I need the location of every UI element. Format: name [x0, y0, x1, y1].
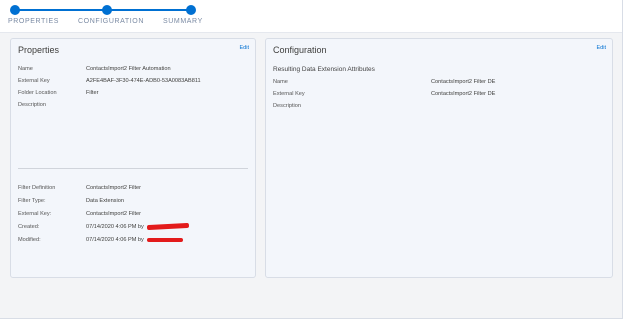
property-label: Folder Location	[18, 90, 57, 96]
filter-value: ContactsImport2 Filter	[86, 211, 142, 217]
property-value: A2FE4BAF-3F30-474E-ADB0-53A0083AB811	[86, 78, 201, 84]
config-value: ContactsImport2 Filter DE	[431, 79, 496, 85]
filter-label: Created:	[18, 224, 40, 230]
filter-label: External Key:	[18, 211, 52, 217]
step-dot-summary[interactable]	[186, 5, 196, 15]
property-value: Filter	[86, 90, 99, 96]
property-label: Description	[18, 102, 46, 108]
property-value: ContactsImport2 Filter Automation	[86, 66, 171, 72]
property-label: External Key	[18, 78, 50, 84]
progress-stepper: PROPERTIES CONFIGURATION SUMMARY	[0, 0, 622, 33]
properties-edit-link[interactable]: Edit	[240, 45, 249, 51]
configuration-title: Configuration	[273, 45, 327, 55]
step-label-configuration[interactable]: CONFIGURATION	[78, 18, 144, 25]
step-dot-configuration[interactable]	[102, 5, 112, 15]
modified-date: 07/14/2020 4:06 PM by	[86, 237, 144, 243]
filter-value: ContactsImport2 Filter	[86, 185, 142, 191]
property-label: Name	[18, 66, 33, 72]
properties-card: Properties Edit Name ContactsImport2 Fil…	[10, 38, 256, 278]
config-value: ContactsImport2 Filter DE	[431, 91, 496, 97]
config-label: Description	[273, 103, 301, 109]
step-label-summary[interactable]: SUMMARY	[163, 18, 203, 25]
filter-label: Filter Type:	[18, 198, 46, 204]
configuration-subtitle: Resulting Data Extension Attributes	[273, 66, 375, 73]
config-label: External Key	[273, 91, 305, 97]
step-dot-properties[interactable]	[10, 5, 20, 15]
filter-label: Filter Definition	[18, 185, 56, 191]
filter-value: Data Extension	[86, 198, 124, 204]
app-shell: PROPERTIES CONFIGURATION SUMMARY Propert…	[0, 0, 623, 319]
config-label: Name	[273, 79, 288, 85]
filter-value: 07/14/2020 4:06 PM by	[86, 237, 183, 243]
created-date: 07/14/2020 4:06 PM by	[86, 224, 144, 230]
configuration-edit-link[interactable]: Edit	[597, 45, 606, 51]
filter-value: 07/14/2020 4:06 PM by	[86, 222, 189, 231]
section-divider	[18, 168, 248, 169]
properties-title: Properties	[18, 45, 60, 55]
filter-label: Modified:	[18, 237, 41, 243]
step-label-properties[interactable]: PROPERTIES	[8, 18, 59, 25]
configuration-card: Configuration Edit Resulting Data Extens…	[265, 38, 613, 278]
redaction-mark	[146, 237, 183, 242]
redaction-mark	[146, 222, 189, 231]
